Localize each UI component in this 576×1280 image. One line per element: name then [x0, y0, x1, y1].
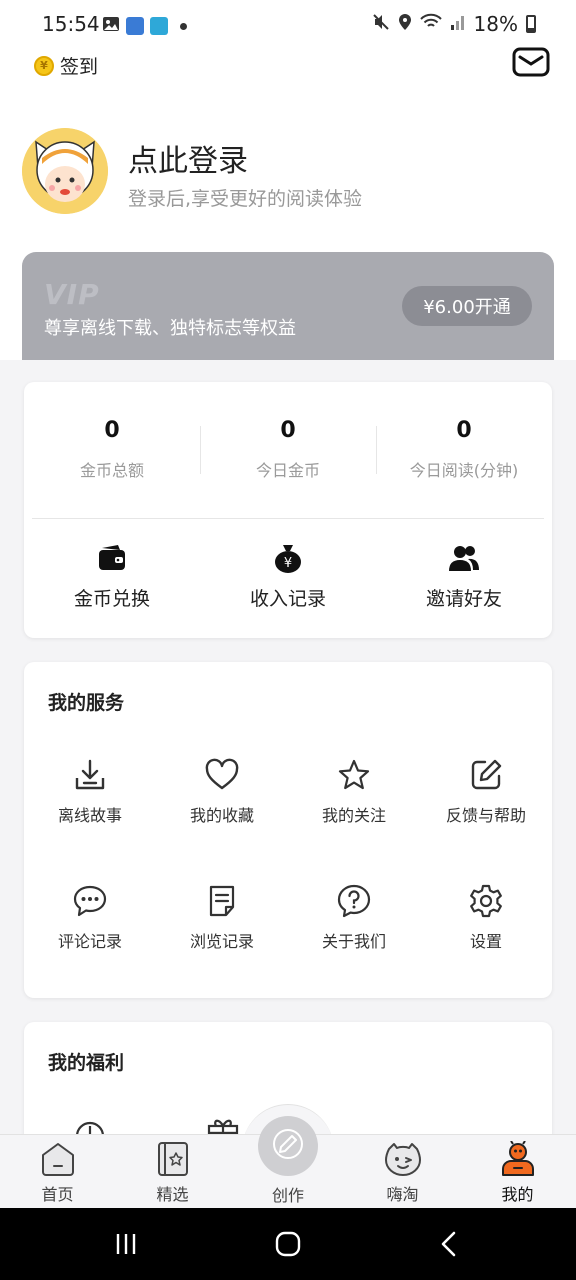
home-button[interactable]: [258, 1208, 318, 1280]
dot-icon: [180, 22, 187, 30]
vip-banner[interactable]: VIP 尊享离线下载、独特标志等权益 ¥6.00开通: [22, 252, 554, 360]
coin-icon: ¥: [34, 55, 54, 76]
status-right: 18%: [372, 12, 536, 36]
gallery-icon: [102, 14, 120, 38]
income-records-button[interactable]: ¥ 收入记录: [200, 542, 376, 611]
coins-card: 0 金币总额 0 今日金币 0 今日阅读(分钟) 金币兑换 ¥ 收入记录 邀请好…: [24, 382, 552, 638]
tab-featured[interactable]: 精选: [115, 1141, 230, 1205]
stat-today-reading[interactable]: 0 今日阅读(分钟): [376, 418, 552, 481]
service-offline-stories[interactable]: 离线故事: [24, 758, 156, 826]
service-label: 设置: [469, 932, 502, 951]
services-card: 我的服务 离线故事 我的收藏 我的关注 反馈与帮助 评论记录 浏览记录 关于我们…: [24, 662, 552, 998]
users-icon: [448, 542, 480, 574]
back-button[interactable]: [420, 1208, 480, 1280]
snowflake-app-icon: [150, 17, 168, 35]
mine-screen: 15:54 18% ¥ 签到 点此登录 登录后,享受更好的阅读体验 VIP 尊享…: [0, 0, 576, 1208]
service-label: 反馈与帮助: [445, 806, 526, 825]
signal-icon: [450, 12, 466, 36]
service-following[interactable]: 我的关注: [288, 758, 420, 826]
vip-open-button[interactable]: ¥6.00开通: [402, 286, 532, 326]
stat-value: 0: [104, 418, 120, 443]
checkin-button[interactable]: ¥ 签到: [34, 52, 98, 79]
tab-create[interactable]: [258, 1116, 318, 1176]
service-history[interactable]: 浏览记录: [156, 884, 288, 952]
book-icon: [155, 1141, 191, 1177]
home-icon: [40, 1141, 76, 1177]
service-about-us[interactable]: 关于我们: [288, 884, 420, 952]
services-title: 我的服务: [48, 692, 125, 714]
edit-icon: [469, 758, 503, 792]
vip-logo: VIP: [44, 278, 100, 311]
stat-value: 0: [456, 418, 472, 443]
service-label: 关于我们: [321, 932, 386, 951]
service-label: 评论记录: [57, 932, 122, 951]
profile-icon: [500, 1140, 536, 1177]
avatar[interactable]: [22, 128, 108, 214]
action-label: 金币兑换: [73, 588, 150, 610]
wallet-icon: [96, 542, 128, 574]
status-time: 15:54: [42, 12, 100, 36]
service-label: 我的收藏: [189, 806, 254, 825]
action-label: 收入记录: [249, 588, 326, 610]
service-favorites[interactable]: 我的收藏: [156, 758, 288, 826]
battery-percent: 18%: [473, 12, 518, 36]
tab-create-label: 创作: [271, 1186, 304, 1205]
tab-label: 嗨淘: [386, 1185, 419, 1204]
status-app-icons: [102, 14, 187, 38]
gear-icon: [469, 884, 503, 918]
checkin-label: 签到: [60, 56, 99, 78]
heart-icon: [205, 758, 239, 792]
vip-description: 尊享离线下载、独特标志等权益: [44, 318, 296, 339]
stat-label: 金币总额: [79, 461, 144, 480]
tab-label: 首页: [41, 1185, 74, 1204]
action-label: 邀请好友: [425, 588, 502, 610]
tab-label: 精选: [156, 1185, 189, 1204]
document-icon: [205, 884, 239, 918]
mute-icon: [372, 12, 390, 36]
tab-home[interactable]: 首页: [0, 1141, 115, 1205]
wifi-icon: [419, 12, 442, 36]
comment-icon: [73, 884, 107, 918]
service-settings[interactable]: 设置: [420, 884, 552, 952]
location-icon: [398, 12, 412, 36]
money-bag-icon: ¥: [272, 542, 304, 574]
stat-label: 今日阅读(分钟): [409, 461, 519, 480]
recent-apps-button[interactable]: [96, 1208, 156, 1280]
stat-label: 今日金币: [255, 461, 320, 480]
status-bar: 15:54 18%: [0, 0, 576, 46]
tab-haitao[interactable]: 嗨淘: [345, 1141, 460, 1205]
coin-exchange-button[interactable]: 金币兑换: [24, 542, 200, 611]
stat-today-coins[interactable]: 0 今日金币: [200, 418, 376, 481]
download-icon: [73, 758, 107, 792]
question-icon: [337, 884, 371, 918]
service-comments[interactable]: 评论记录: [24, 884, 156, 952]
battery-icon: [526, 15, 536, 33]
invite-friends-button[interactable]: 邀请好友: [376, 542, 552, 611]
mail-icon[interactable]: [512, 46, 550, 78]
system-navigation-bar: [0, 1208, 576, 1280]
stat-value: 0: [280, 418, 296, 443]
service-label: 离线故事: [57, 806, 122, 825]
tab-mine[interactable]: 我的: [460, 1140, 575, 1205]
login-prompt[interactable]: 点此登录: [128, 136, 248, 180]
star-icon: [337, 758, 371, 792]
service-label: 浏览记录: [189, 932, 254, 951]
service-label: 我的关注: [321, 806, 386, 825]
calendar-app-icon: [126, 17, 144, 35]
divider: [32, 518, 544, 519]
pencil-icon: [272, 1128, 304, 1164]
wink-face-icon: [384, 1141, 421, 1177]
welfare-title: 我的福利: [48, 1052, 125, 1074]
login-subtitle: 登录后,享受更好的阅读体验: [128, 188, 363, 210]
svg-text:¥: ¥: [284, 556, 292, 571]
tab-label: 我的: [501, 1185, 534, 1204]
stat-total-coins[interactable]: 0 金币总额: [24, 418, 200, 481]
service-feedback-help[interactable]: 反馈与帮助: [420, 758, 552, 826]
